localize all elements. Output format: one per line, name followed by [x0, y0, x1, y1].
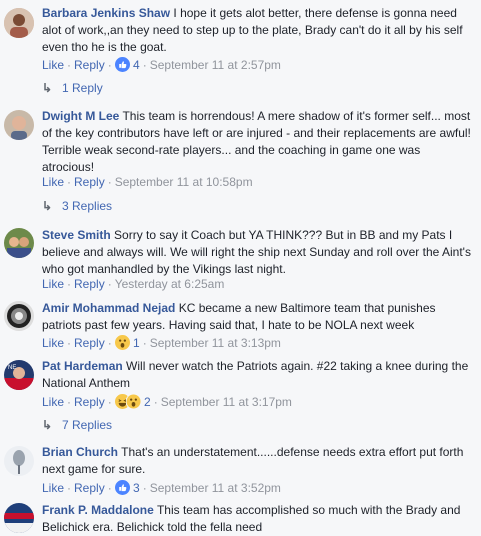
comment-body: Amir Mohammad Nejad KC became a new Balt… — [42, 300, 472, 334]
comment-actions: Like · Reply · 3 · September 11 at 3:52pm — [42, 480, 281, 498]
like-link[interactable]: Like — [42, 277, 64, 291]
commenter-name[interactable]: Frank P. Maddalone — [42, 503, 154, 517]
commenter-name[interactable]: Pat Hardeman — [42, 359, 123, 373]
like-link[interactable]: Like — [42, 336, 64, 350]
like-link[interactable]: Like — [42, 395, 64, 409]
commenter-name[interactable]: Barbara Jenkins Shaw — [42, 6, 170, 20]
commenter-name[interactable]: Amir Mohammad Nejad — [42, 301, 175, 315]
replies-link[interactable]: ↳ 1 Reply — [42, 81, 103, 95]
comment-body: Frank P. Maddalone This team has accompl… — [42, 502, 472, 536]
reaction-count[interactable]: 3 — [133, 481, 140, 495]
reply-link[interactable]: Reply — [74, 58, 105, 72]
comment-body: Brian Church That's an understatement...… — [42, 444, 472, 478]
reply-arrow-icon: ↳ — [42, 199, 53, 213]
avatar[interactable] — [4, 110, 34, 140]
timestamp[interactable]: September 11 at 3:13pm — [150, 336, 281, 350]
comment-body: Steve Smith Sorry to say it Coach but YA… — [42, 227, 472, 278]
avatar[interactable] — [4, 8, 34, 38]
like-icon[interactable] — [114, 57, 130, 75]
reaction-count[interactable]: 2 — [144, 395, 151, 409]
comment-actions: Like · Reply · September 11 at 10:58pm — [42, 175, 253, 189]
avatar[interactable]: NE — [4, 360, 34, 390]
reply-link[interactable]: Reply — [74, 395, 105, 409]
wow-icon[interactable] — [114, 335, 130, 353]
commenter-name[interactable]: Dwight M Lee — [42, 109, 119, 123]
timestamp[interactable]: Yesterday at 6:25am — [115, 277, 225, 291]
like-link[interactable]: Like — [42, 481, 64, 495]
avatar[interactable] — [4, 446, 34, 476]
comment-actions: Like · Reply · 4 · September 11 at 2:57pm — [42, 57, 281, 75]
reaction-count[interactable]: 4 — [133, 58, 140, 72]
comment-actions: Like · Reply · 2 · September 11 at 3:17pm — [42, 393, 292, 412]
commenter-name[interactable]: Brian Church — [42, 445, 118, 459]
avatar[interactable] — [4, 503, 34, 533]
reaction-count[interactable]: 1 — [133, 336, 140, 350]
reply-arrow-icon: ↳ — [42, 81, 53, 95]
timestamp[interactable]: September 11 at 10:58pm — [115, 175, 253, 189]
comment-body: Barbara Jenkins Shaw I hope it gets alot… — [42, 5, 472, 56]
timestamp[interactable]: September 11 at 2:57pm — [150, 58, 281, 72]
comment-body: Pat Hardeman Will never watch the Patrio… — [42, 358, 472, 392]
comment-actions: Like · Reply · 1 · September 11 at 3:13pm — [42, 335, 281, 353]
svg-text:NE: NE — [8, 365, 16, 371]
like-link[interactable]: Like — [42, 58, 64, 72]
commenter-name[interactable]: Steve Smith — [42, 228, 111, 242]
replies-link[interactable]: ↳ 7 Replies — [42, 418, 112, 432]
wow-icon[interactable] — [125, 393, 142, 412]
reply-arrow-icon: ↳ — [42, 418, 53, 432]
avatar[interactable] — [4, 301, 34, 331]
reply-link[interactable]: Reply — [74, 277, 105, 291]
reply-link[interactable]: Reply — [74, 175, 105, 189]
like-link[interactable]: Like — [42, 175, 64, 189]
replies-link[interactable]: ↳ 3 Replies — [42, 199, 112, 213]
timestamp[interactable]: September 11 at 3:17pm — [161, 395, 292, 409]
reply-link[interactable]: Reply — [74, 336, 105, 350]
like-icon[interactable] — [114, 480, 130, 498]
avatar[interactable] — [4, 228, 34, 258]
comment-actions: Like · Reply · Yesterday at 6:25am — [42, 277, 225, 291]
reply-link[interactable]: Reply — [74, 481, 105, 495]
comment-body: Dwight M Lee This team is horrendous! A … — [42, 108, 472, 176]
timestamp[interactable]: September 11 at 3:52pm — [150, 481, 281, 495]
